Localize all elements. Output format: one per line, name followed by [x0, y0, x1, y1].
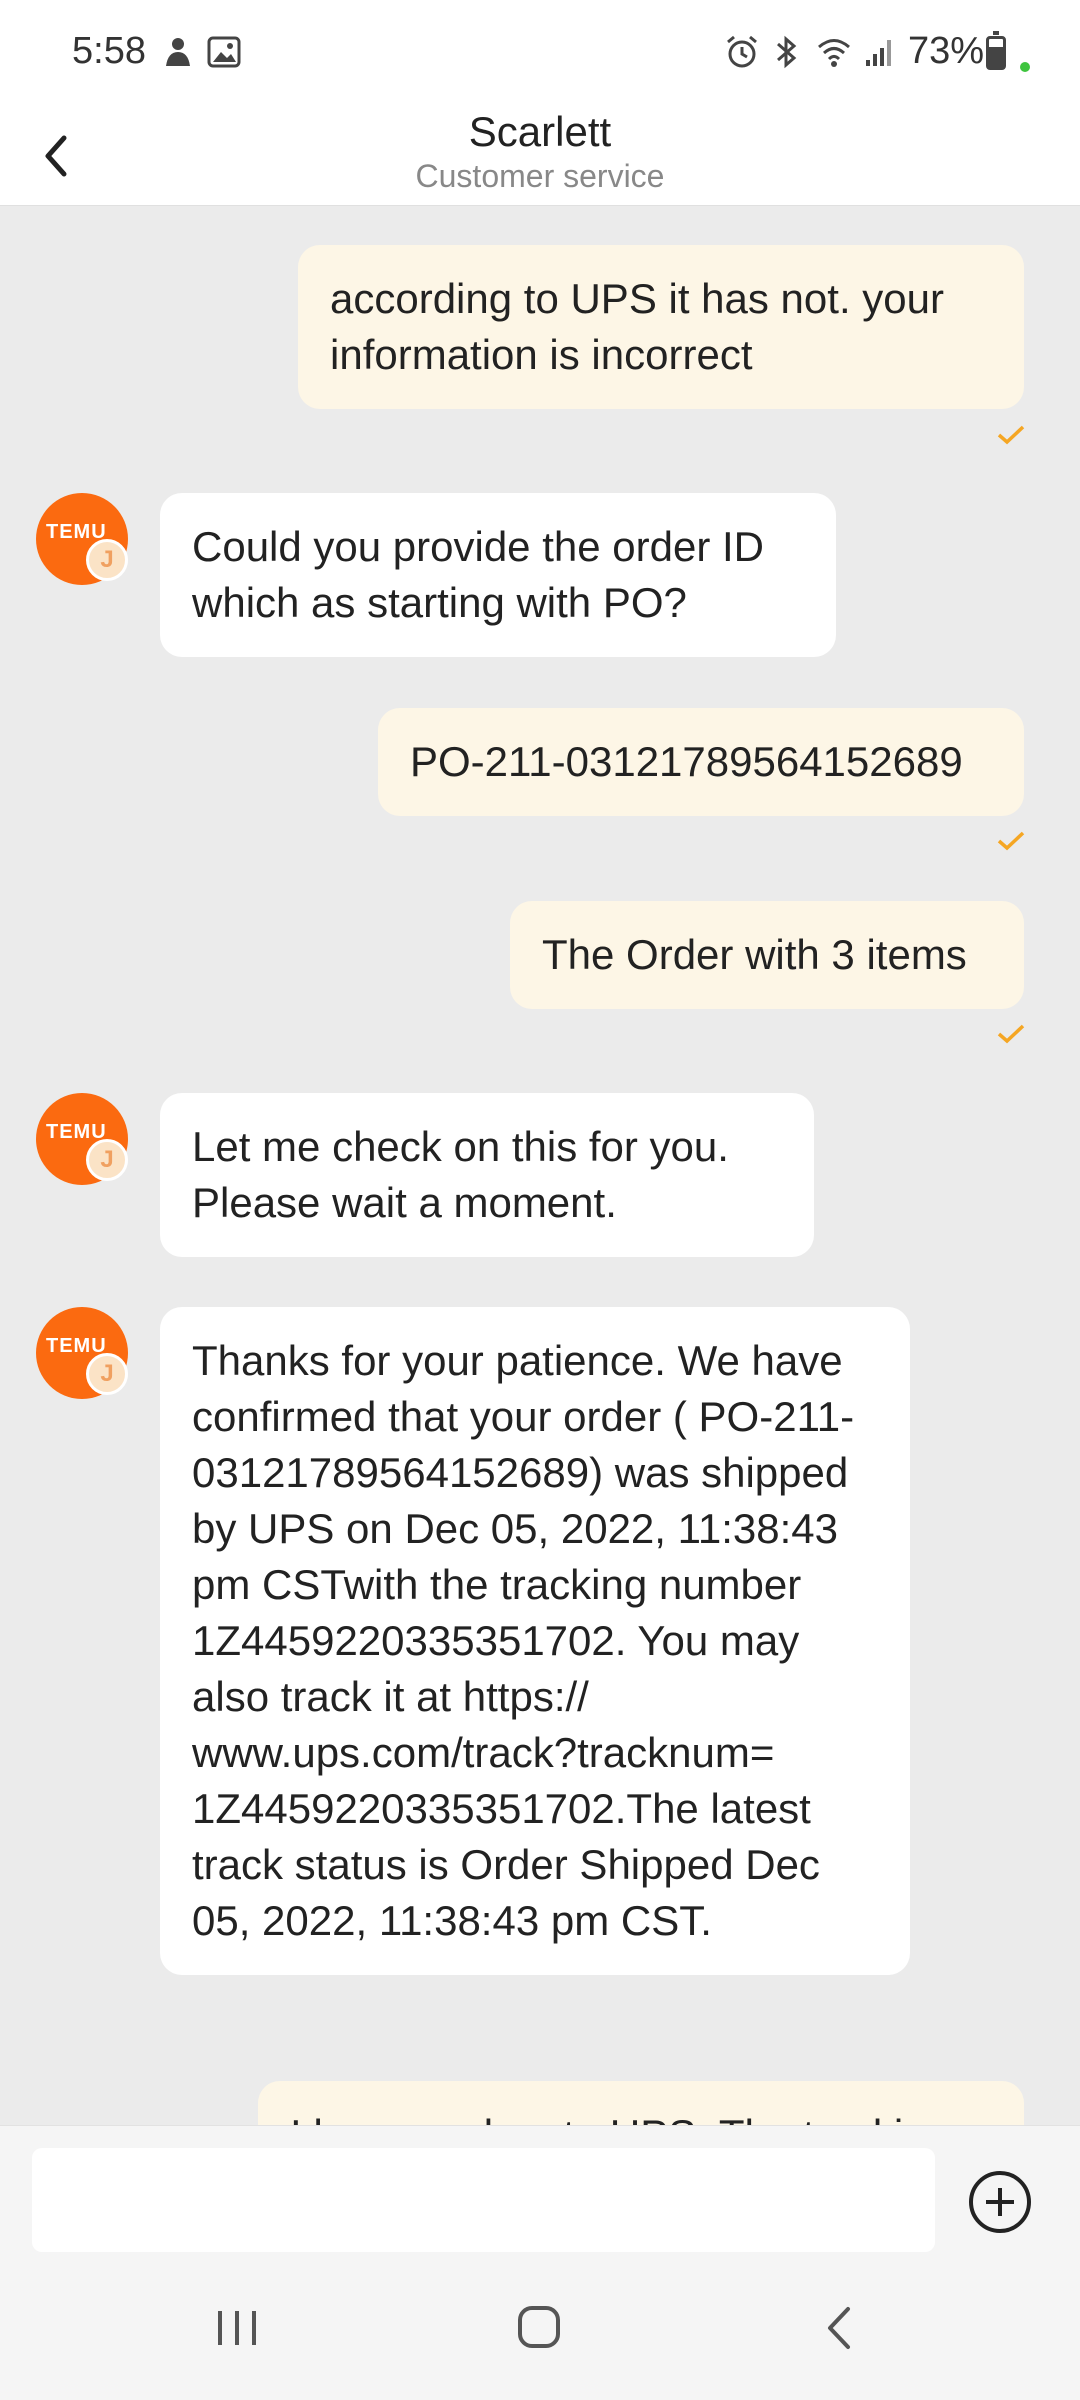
message-bubble-incoming[interactable]: Could you provide the order ID which as …	[160, 493, 836, 657]
notification-icon	[166, 38, 190, 66]
message-bubble-incoming[interactable]: Thanks for your patience. We have confir…	[160, 1307, 910, 1975]
message-text: according to UPS it has not. your inform…	[330, 275, 944, 378]
battery-percent: 73%	[908, 30, 985, 72]
message-bubble-outgoing[interactable]: The Order with 3 items	[510, 901, 1024, 1009]
agent-avatar[interactable]: TEMU J	[36, 493, 128, 585]
page-subtitle: Customer service	[415, 158, 665, 194]
bluetooth-icon	[777, 35, 797, 69]
recent-apps-icon[interactable]	[202, 2293, 272, 2363]
agent-badge: J	[86, 539, 128, 581]
message-text: The Order with 3 items	[542, 931, 967, 978]
chat-messages[interactable]: according to UPS it has not. your inform…	[0, 207, 1080, 2125]
message-composer	[0, 2125, 1080, 2255]
sent-check-icon	[997, 425, 1025, 445]
system-nav-bar	[0, 2255, 1080, 2400]
status-bar: 5:58 73%	[0, 0, 1080, 108]
message-text: Thanks for your patience. We have confir…	[192, 1337, 855, 1944]
chat-header: Scarlett Customer service	[0, 108, 1080, 206]
message-text: Let me check on this for you. Please wai…	[192, 1123, 729, 1226]
back-icon[interactable]	[806, 2293, 876, 2363]
add-attachment-button[interactable]	[968, 2170, 1032, 2234]
sent-check-icon	[997, 831, 1025, 851]
wifi-icon	[818, 39, 850, 67]
alarm-icon	[727, 35, 757, 68]
battery-icon	[986, 31, 1006, 70]
message-text: PO-211-03121789564152689	[410, 738, 963, 785]
sent-check-icon	[997, 1024, 1025, 1044]
battery-level	[989, 46, 1003, 67]
message-text: I have spoken to UPS. The tracking	[290, 2111, 950, 2125]
agent-avatar[interactable]: TEMU J	[36, 1093, 128, 1185]
status-time: 5:58	[72, 30, 146, 72]
signal-icon	[866, 40, 891, 66]
message-bubble-outgoing[interactable]: according to UPS it has not. your inform…	[298, 245, 1024, 409]
message-input[interactable]	[32, 2148, 935, 2252]
message-bubble-outgoing[interactable]: PO-211-03121789564152689	[378, 708, 1024, 816]
agent-badge: J	[86, 1139, 128, 1181]
home-icon[interactable]	[504, 2293, 574, 2363]
message-bubble-incoming[interactable]: Let me check on this for you. Please wai…	[160, 1093, 814, 1257]
agent-badge: J	[86, 1353, 128, 1395]
message-text: Could you provide the order ID which as …	[192, 523, 764, 626]
privacy-indicator-dot	[1020, 62, 1030, 72]
message-bubble-outgoing[interactable]: I have spoken to UPS. The tracking	[258, 2081, 1024, 2125]
image-icon	[207, 36, 241, 68]
agent-avatar[interactable]: TEMU J	[36, 1307, 128, 1399]
page-title: Scarlett	[468, 108, 612, 155]
